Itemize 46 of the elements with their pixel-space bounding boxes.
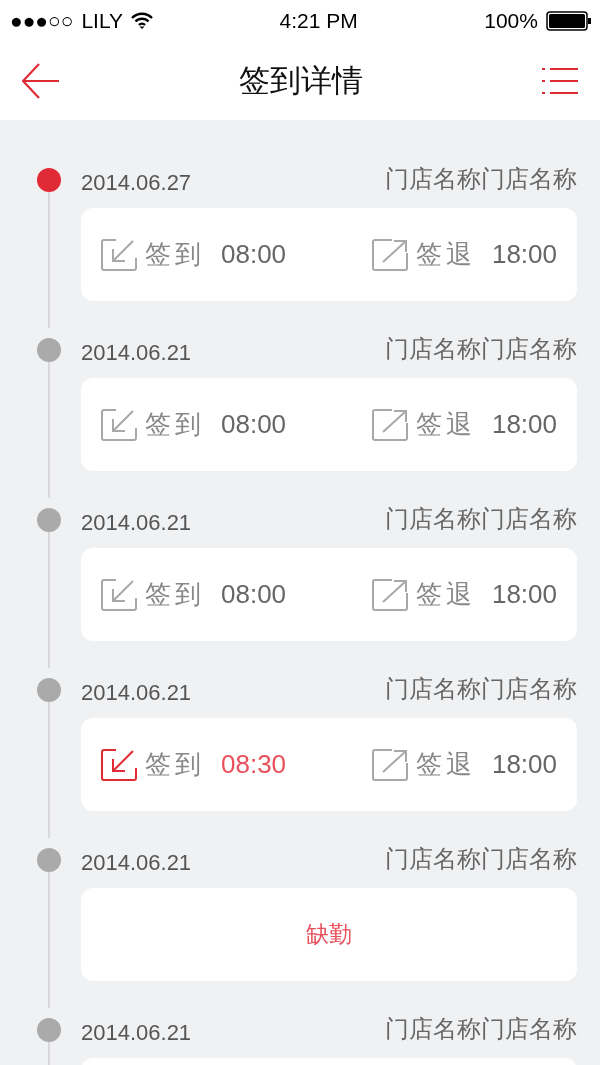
wifi-icon — [131, 12, 154, 30]
entry-date: 2014.06.21 — [81, 678, 192, 707]
store-name: 门店名称门店名称 — [385, 504, 577, 534]
store-name: 门店名称门店名称 — [385, 334, 577, 364]
check-in-label: 签到 — [145, 748, 205, 781]
arrow-down-left-icon — [101, 748, 137, 781]
entry-date: 2014.06.21 — [81, 1018, 192, 1047]
check-out-label: 签退 — [415, 578, 476, 611]
arrow-up-right-icon — [371, 408, 408, 441]
carrier-name: LILY — [81, 8, 124, 35]
arrow-up-right-icon — [371, 578, 408, 611]
check-out-label: 签退 — [415, 408, 476, 441]
check-in-time: 08:30 — [221, 748, 287, 781]
battery-icon — [546, 11, 592, 31]
check-out-label: 签退 — [415, 238, 476, 271]
arrow-down-left-icon — [101, 578, 137, 611]
page-title: 签到详情 — [239, 61, 363, 100]
check-out-time: 18:00 — [491, 408, 557, 441]
check-out-time: 18:00 — [491, 238, 557, 271]
arrow-down-left-icon — [101, 408, 137, 441]
check-out-time: 18:00 — [491, 748, 557, 781]
absence-status: 缺勤 — [306, 920, 352, 950]
arrow-down-left-icon — [101, 238, 137, 271]
check-in-time: 08:00 — [221, 578, 287, 611]
entry-date: 2014.06.21 — [81, 508, 192, 537]
arrow-up-right-icon — [371, 238, 408, 271]
check-out-label: 签退 — [415, 748, 476, 781]
arrow-up-right-icon — [371, 748, 408, 781]
check-in-label: 签到 — [145, 578, 205, 611]
entry-date: 2014.06.21 — [81, 848, 192, 877]
check-out-time: 18:00 — [491, 578, 557, 611]
store-name: 门店名称门店名称 — [385, 164, 577, 194]
store-name: 门店名称门店名称 — [385, 674, 577, 704]
check-in-label: 签到 — [145, 408, 205, 441]
clock: 4:21 PM — [279, 8, 358, 35]
battery-percent: 100% — [484, 8, 538, 35]
signal-strength: ●●●○○ — [10, 8, 74, 35]
check-in-time: 08:00 — [221, 238, 287, 271]
back-button[interactable] — [22, 62, 60, 100]
store-name: 门店名称门店名称 — [385, 1014, 577, 1044]
menu-button[interactable] — [542, 67, 578, 95]
check-in-time: 08:00 — [221, 408, 287, 441]
store-name: 门店名称门店名称 — [385, 844, 577, 874]
entry-date: 2014.06.21 — [81, 338, 192, 367]
entry-date: 2014.06.27 — [81, 168, 192, 197]
check-in-label: 签到 — [145, 238, 205, 271]
